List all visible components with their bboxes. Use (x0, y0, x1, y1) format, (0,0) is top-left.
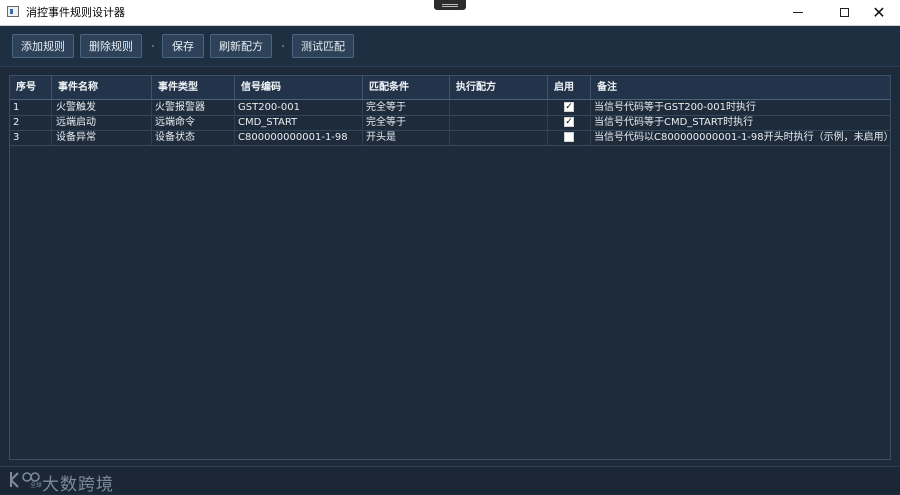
cell-index[interactable]: 1 (10, 100, 52, 115)
minimize-icon (793, 12, 803, 13)
cell-remark[interactable]: 当信号代码以C800000000001-1-98开头时执行（示例，未启用） (591, 130, 890, 145)
app-icon (7, 6, 19, 17)
check-icon: ✓ (565, 116, 573, 127)
close-button[interactable]: ✕ (856, 0, 900, 25)
column-header-event-type[interactable]: 事件类型 (152, 76, 235, 99)
table-header: 序号 事件名称 事件类型 信号编码 匹配条件 执行配方 启用 备注 (10, 76, 890, 100)
cell-recipe[interactable] (450, 130, 548, 145)
cell-match-condition[interactable]: 完全等于 (363, 100, 450, 115)
table-row[interactable]: 3 设备异常 设备状态 C800000000001-1-98 开头是 当信号代码… (10, 130, 890, 146)
drag-grip-icon[interactable] (434, 0, 466, 10)
add-rule-button[interactable]: 添加规则 (12, 34, 74, 58)
cell-enabled[interactable] (548, 130, 591, 145)
cell-event-name[interactable]: 设备异常 (52, 130, 152, 145)
enabled-checkbox[interactable]: ✓ (564, 102, 574, 112)
cell-event-name[interactable]: 火警触发 (52, 100, 152, 115)
cell-remark[interactable]: 当信号代码等于GST200-001时执行 (591, 100, 890, 115)
cell-recipe[interactable] (450, 100, 548, 115)
cell-match-condition[interactable]: 开头是 (363, 130, 450, 145)
toolbar: 添加规则 删除规则 保存 刷新配方 测试匹配 (0, 26, 900, 67)
enabled-checkbox[interactable]: ✓ (564, 117, 574, 127)
status-bar: 全球 大数跨境 (0, 466, 900, 495)
enabled-checkbox[interactable] (564, 132, 574, 142)
delete-rule-button[interactable]: 删除规则 (80, 34, 142, 58)
cell-signal-code[interactable]: C800000000001-1-98 (235, 130, 363, 145)
table-row[interactable]: 2 远端启动 远端命令 CMD_START 完全等于 ✓ 当信号代码等于CMD_… (10, 115, 890, 131)
cell-event-type[interactable]: 火警报警器 (152, 100, 235, 115)
save-button[interactable]: 保存 (162, 34, 204, 58)
table-row[interactable]: 1 火警触发 火警报警器 GST200-001 完全等于 ✓ 当信号代码等于GS… (10, 100, 890, 116)
column-header-enabled[interactable]: 启用 (548, 76, 591, 99)
cell-index[interactable]: 3 (10, 130, 52, 145)
column-header-match-condition[interactable]: 匹配条件 (363, 76, 450, 99)
watermark-subtext: 全球 (30, 482, 43, 489)
title-bar: 消控事件规则设计器 ✕ (0, 0, 900, 26)
watermark-text: 大数跨境 (42, 475, 114, 495)
check-icon: ✓ (565, 101, 573, 112)
minimize-button[interactable] (775, 0, 821, 25)
toolbar-separator (282, 45, 284, 47)
cell-event-type[interactable]: 远端命令 (152, 115, 235, 130)
refresh-recipes-button[interactable]: 刷新配方 (210, 34, 272, 58)
close-icon: ✕ (872, 2, 886, 22)
cell-enabled[interactable]: ✓ (548, 115, 591, 130)
cell-signal-code[interactable]: GST200-001 (235, 100, 363, 115)
toolbar-separator (152, 45, 154, 47)
column-header-index[interactable]: 序号 (10, 76, 52, 99)
column-header-signal-code[interactable]: 信号编码 (235, 76, 363, 99)
test-match-button[interactable]: 测试匹配 (292, 34, 354, 58)
cell-event-name[interactable]: 远端启动 (52, 115, 152, 130)
column-header-remark[interactable]: 备注 (591, 76, 890, 99)
maximize-icon (839, 8, 849, 17)
column-header-event-name[interactable]: 事件名称 (52, 76, 152, 99)
cell-remark[interactable]: 当信号代码等于CMD_START时执行 (591, 115, 890, 130)
rules-table[interactable]: 序号 事件名称 事件类型 信号编码 匹配条件 执行配方 启用 备注 1 火警触发… (9, 75, 891, 460)
column-header-recipe[interactable]: 执行配方 (450, 76, 548, 99)
cell-recipe[interactable] (450, 115, 548, 130)
cell-signal-code[interactable]: CMD_START (235, 115, 363, 130)
window-title: 消控事件规则设计器 (26, 6, 125, 19)
cell-index[interactable]: 2 (10, 115, 52, 130)
cell-enabled[interactable]: ✓ (548, 100, 591, 115)
cell-match-condition[interactable]: 完全等于 (363, 115, 450, 130)
cell-event-type[interactable]: 设备状态 (152, 130, 235, 145)
